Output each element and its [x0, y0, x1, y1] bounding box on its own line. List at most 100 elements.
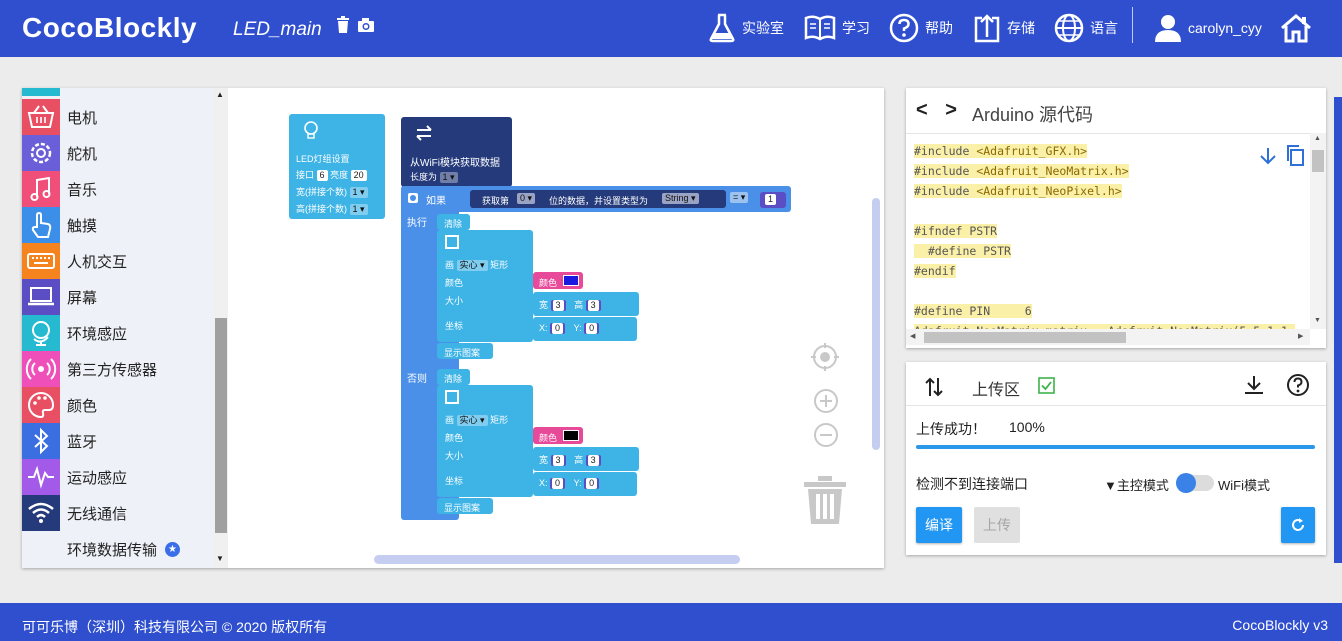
compile-button[interactable]: 编译: [916, 507, 962, 543]
number-block[interactable]: 1: [760, 192, 786, 208]
toolbox-item[interactable]: 第三方传感器: [22, 351, 214, 387]
gear-icon[interactable]: [408, 193, 418, 203]
camera-icon[interactable]: [357, 16, 377, 38]
toolbox-item[interactable]: 环境数据传输 ★: [22, 531, 214, 567]
user-menu[interactable]: carolyn_cyy: [1154, 8, 1262, 48]
nav-language[interactable]: 语言: [1054, 8, 1118, 48]
nav-save[interactable]: 存储: [973, 8, 1035, 48]
nav-help[interactable]: 帮助: [889, 8, 953, 48]
app-logo[interactable]: CocoBlockly: [22, 12, 197, 44]
port-input[interactable]: 6: [316, 170, 328, 181]
toolbox-scroll-thumb[interactable]: [215, 318, 227, 533]
color-picker-block-then[interactable]: 颜色: [533, 272, 583, 289]
upload-button[interactable]: 上传: [974, 507, 1020, 543]
toolbox-item[interactable]: 蓝牙: [22, 423, 214, 459]
code-line: #define PSTR: [914, 244, 1011, 258]
height-dropdown[interactable]: 1 ▾: [349, 204, 368, 215]
project-name[interactable]: LED_main: [233, 19, 322, 41]
get-wifi-data-block[interactable]: 获取第 0 ▾ 位的数据，并设置类型为 String ▾: [470, 190, 726, 208]
refresh-button[interactable]: [1281, 507, 1315, 543]
code-toggle-button[interactable]: < >: [916, 99, 963, 122]
toolbox-item[interactable]: 环境感应: [22, 315, 214, 351]
nav-lab[interactable]: 实验室: [708, 8, 784, 48]
mode-toggle[interactable]: [1176, 473, 1214, 493]
brightness-input[interactable]: 20: [350, 170, 367, 181]
zoom-in-icon[interactable]: [813, 388, 839, 414]
y-value-then[interactable]: 0: [584, 323, 600, 334]
compare-operator-dropdown[interactable]: = ▾: [730, 192, 749, 203]
scroll-up-arrow-icon[interactable]: ▲: [216, 90, 224, 99]
get-index-label: 获取第: [482, 196, 510, 206]
toolbox-item[interactable]: 颜色: [22, 387, 214, 423]
main-mode-label[interactable]: ▼主控模式: [1104, 475, 1169, 494]
clear-block-then[interactable]: 清除: [437, 214, 470, 230]
block-canvas[interactable]: LED灯组设置 接口 6 亮度 20 宽(拼接个数) 1 ▾ 高(拼接个数) 1…: [228, 88, 884, 568]
toolbox-item[interactable]: 触摸: [22, 207, 214, 243]
download-icon[interactable]: [1243, 374, 1265, 396]
trash-icon[interactable]: [336, 16, 356, 38]
type-dropdown[interactable]: String ▾: [662, 193, 699, 204]
draw-rect-block-else[interactable]: 画 实心 ▾ 矩形 颜色 大小 坐标: [437, 385, 533, 497]
toolbox-item[interactable]: 屏幕: [22, 279, 214, 315]
wifi-mode-label[interactable]: WiFi模式: [1218, 475, 1270, 494]
led-group-setup-block[interactable]: LED灯组设置 接口 6 亮度 20 宽(拼接个数) 1 ▾ 高(拼接个数) 1…: [289, 114, 385, 219]
refresh-icon: [1292, 518, 1304, 531]
copy-icon[interactable]: [1284, 144, 1306, 166]
toolbox-item[interactable]: 舵机: [22, 135, 214, 171]
bluetooth-icon: [22, 423, 60, 459]
width-dropdown[interactable]: 1 ▾: [349, 187, 368, 198]
color-swatch-then[interactable]: [563, 275, 579, 286]
footer-copyright: 可可乐博（深圳）科技有限公司 © 2020 版权所有: [22, 619, 328, 635]
length-dropdown[interactable]: 1 ▾: [439, 172, 458, 183]
color-swatch-else[interactable]: [563, 430, 579, 441]
trashcan-icon[interactable]: [802, 474, 848, 526]
home-button[interactable]: [1280, 8, 1312, 48]
toolbox-item[interactable]: 运动感应: [22, 459, 214, 495]
color-label: 颜色: [445, 278, 464, 288]
color-label: 颜色: [445, 433, 464, 443]
fill-dropdown[interactable]: 实心 ▾: [456, 415, 488, 426]
toolbox-item[interactable]: 人机交互: [22, 243, 214, 279]
transfer-icon[interactable]: [924, 376, 944, 398]
toolbox-item[interactable]: 电机: [22, 99, 214, 135]
zoom-out-icon[interactable]: [813, 422, 839, 448]
toolbox-item[interactable]: 音乐: [22, 171, 214, 207]
basket-icon: [22, 99, 60, 135]
wifi-get-data-block[interactable]: 从WiFi模块获取数据 长度为 1 ▾: [401, 117, 512, 187]
toolbox-item[interactable]: 无线通信: [22, 495, 214, 531]
size-block-else[interactable]: 宽 3 高 3: [533, 447, 639, 471]
help-circle-icon[interactable]: [1286, 373, 1310, 397]
width-value-else[interactable]: 3: [550, 455, 566, 466]
toolbox-item-label: 运动感应: [67, 469, 128, 487]
show-pattern-block-else[interactable]: 显示图案: [437, 498, 493, 514]
clear-block-else[interactable]: 清除: [437, 369, 470, 385]
code-editor[interactable]: #include <Adafruit_GFX.h> #include <Adafr…: [906, 133, 1314, 329]
height-value-else[interactable]: 3: [585, 455, 601, 466]
show-pattern-block-then[interactable]: 显示图案: [437, 343, 493, 359]
workspace-vertical-scrollbar[interactable]: [872, 198, 880, 450]
nav-learn[interactable]: 学习: [804, 8, 870, 48]
upload-panel: 上传区 上传成功！ 100% 检测不到连接端口 ▼主控模式 WiFi模式 编译 …: [906, 362, 1326, 555]
scroll-down-arrow-icon[interactable]: ▼: [216, 554, 224, 563]
y-value-else[interactable]: 0: [584, 478, 600, 489]
color-picker-block-else[interactable]: 颜色: [533, 427, 583, 444]
index-dropdown[interactable]: 0 ▾: [517, 193, 536, 204]
code-hscroll-thumb[interactable]: [924, 332, 1126, 343]
checkbox-checked-icon[interactable]: [1038, 377, 1055, 394]
motion-wave-icon: [22, 459, 60, 495]
download-code-icon[interactable]: [1258, 146, 1278, 166]
coord-block-else[interactable]: X: 0 Y: 0: [533, 472, 637, 496]
top-navbar: CocoBlockly LED_main 实验室 学习 帮助 存储 语言 car…: [0, 0, 1342, 57]
x-value-else[interactable]: 0: [550, 478, 566, 489]
draw-rect-block-then[interactable]: 画 实心 ▾ 矩形 颜色 大小 坐标: [437, 230, 533, 342]
height-value-then[interactable]: 3: [585, 300, 601, 311]
workspace-horizontal-scrollbar[interactable]: [374, 555, 740, 564]
coord-block-then[interactable]: X: 0 Y: 0: [533, 317, 637, 341]
x-value-then[interactable]: 0: [550, 323, 566, 334]
compare-value-input[interactable]: 1: [765, 194, 777, 205]
fill-dropdown[interactable]: 实心 ▾: [456, 260, 488, 271]
code-scroll-thumb[interactable]: [1312, 150, 1324, 172]
size-block-then[interactable]: 宽 3 高 3: [533, 292, 639, 316]
width-value-then[interactable]: 3: [550, 300, 566, 311]
recenter-icon[interactable]: [810, 342, 840, 372]
